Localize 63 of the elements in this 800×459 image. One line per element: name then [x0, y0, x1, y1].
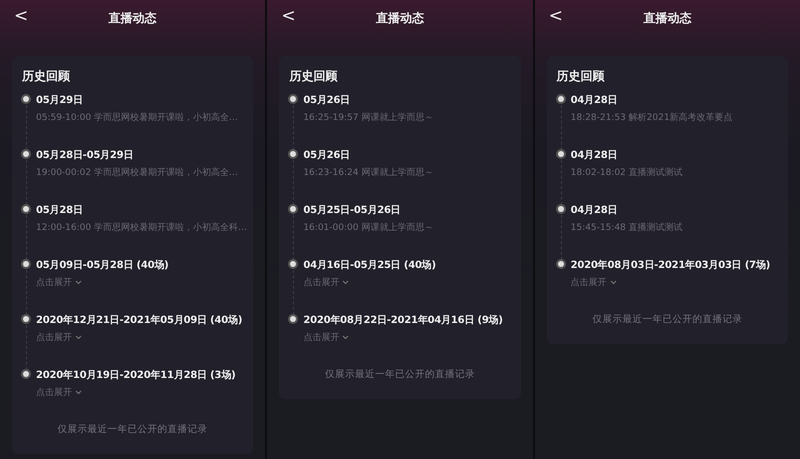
expand-link[interactable]: 点击展开 [36, 331, 82, 344]
timeline-dot [290, 261, 296, 267]
session-detail: 15:45-15:48 直播测试测试 [570, 222, 683, 234]
back-button[interactable]: < [544, 6, 567, 26]
chevron-down-icon [75, 280, 82, 285]
date-range: 2020年10月19日-2020年11月28日 (3场) [36, 368, 236, 382]
expand-link[interactable]: 点击展开 [303, 331, 350, 344]
timeline-dot [558, 96, 564, 102]
session-detail: 18:28-21:53 解析2021新高考改革要点 [570, 112, 733, 124]
session-detail: 16:23-16:24 网课就上学而思～ [303, 166, 434, 179]
date-range: 04月28日 [570, 204, 618, 217]
session-detail: 12:00-16:00 学而思网校暑期开课啦，小初高全科… [36, 222, 247, 234]
timeline-dot [23, 261, 29, 267]
footer-note: 仅展示最近一年已公开的直播记录 [58, 423, 208, 436]
date-range: 2020年12月21日-2021年05月09日 (40场) [36, 314, 242, 327]
timeline-dot [23, 206, 29, 212]
timeline-dot [23, 151, 29, 157]
timeline-dot [23, 371, 29, 377]
session-detail: 19:00-00:02 学而思网校暑期开课啦，小初高全… [36, 166, 238, 179]
timeline-dot [290, 96, 296, 102]
section-title: 历史回顾 [22, 68, 71, 85]
footer-note: 仅展示最近一年已公开的直播记录 [324, 368, 475, 381]
back-button[interactable]: < [277, 6, 300, 26]
date-range: 04月28日 [570, 149, 618, 162]
timeline-dot [558, 151, 564, 157]
back-button[interactable]: < [10, 6, 32, 26]
session-detail: 16:25-19:57 网课就上学而思～ [303, 112, 434, 124]
expand-link[interactable]: 点击展开 [570, 276, 617, 289]
date-range: 05月25日-05月26日 [303, 204, 401, 217]
page-title: 直播动态 [108, 10, 157, 26]
section-title: 历史回顾 [556, 68, 606, 85]
date-range: 05月29日 [36, 94, 83, 107]
session-detail: 18:02-18:02 直播测试测试 [570, 166, 683, 179]
chevron-down-icon [75, 335, 82, 340]
timeline-dot [290, 151, 296, 157]
date-range: 04月28日 [570, 94, 618, 107]
chevron-down-icon [342, 280, 350, 285]
section-title: 历史回顾 [289, 68, 338, 85]
date-range: 2020年08月03日-2021年03月03日 (7场) [570, 258, 770, 272]
timeline-dot [290, 316, 296, 322]
chevron-down-icon [342, 335, 350, 340]
date-range: 05月26日 [303, 94, 350, 107]
page-title: 直播动态 [376, 10, 424, 26]
expand-link[interactable]: 点击展开 [36, 386, 82, 399]
date-range: 05月26日 [303, 149, 350, 162]
date-range: 2020年08月22日-2021年04月16日 (9场) [303, 314, 503, 327]
date-range: 05月28日 [36, 204, 83, 217]
session-detail: 05:59-10:00 学而思网校暑期开课啦，小初高全… [36, 112, 238, 124]
timeline-dot [290, 206, 296, 212]
timeline-dot [23, 316, 29, 322]
session-detail: 16:01-00:00 网课就上学而思～ [303, 222, 434, 234]
expand-link[interactable]: 点击展开 [303, 276, 350, 289]
timeline-dot [558, 261, 564, 267]
chevron-down-icon [610, 280, 617, 285]
footer-note: 仅展示最近一年已公开的直播记录 [592, 313, 742, 326]
timeline-dot [23, 96, 29, 102]
date-range: 05月28日-05月29日 [36, 149, 134, 162]
timeline-dot [558, 206, 564, 212]
date-range: 05月09日-05月28日 (40场) [36, 258, 169, 272]
page-title: 直播动态 [643, 10, 692, 26]
expand-link[interactable]: 点击展开 [36, 276, 82, 289]
date-range: 04月16日-05月25日 (40场) [303, 258, 436, 272]
chevron-down-icon [75, 390, 82, 395]
